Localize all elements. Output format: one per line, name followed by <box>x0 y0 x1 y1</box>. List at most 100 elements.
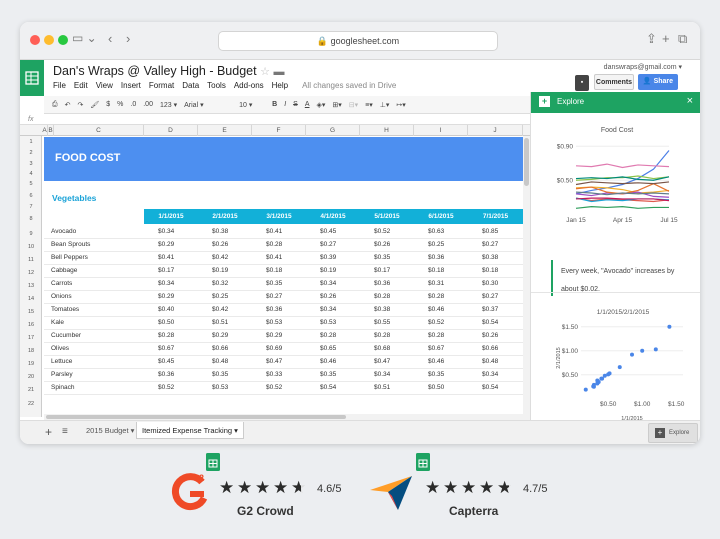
price-cell[interactable]: $0.35 <box>320 371 336 378</box>
price-cell[interactable]: $0.31 <box>428 280 444 287</box>
price-cell[interactable]: $0.32 <box>212 280 228 287</box>
price-cell[interactable]: $0.45 <box>158 358 174 365</box>
price-cell[interactable]: $0.55 <box>374 319 390 326</box>
price-cell[interactable]: $0.51 <box>212 319 228 326</box>
price-cell[interactable]: $0.66 <box>212 345 228 352</box>
price-cell[interactable]: $0.36 <box>374 280 390 287</box>
document-title-text[interactable]: Dan's Wraps @ Valley High - Budget <box>53 64 257 78</box>
price-cell[interactable]: $0.34 <box>320 306 336 313</box>
row-header[interactable]: 11 <box>20 257 42 263</box>
price-cell[interactable]: $0.46 <box>428 358 444 365</box>
price-cell[interactable]: $0.46 <box>428 306 444 313</box>
food-cost-banner[interactable]: FOOD COST <box>44 137 523 181</box>
row-header[interactable]: 3 <box>20 161 42 167</box>
price-cell[interactable]: $0.50 <box>428 384 444 391</box>
item-name[interactable]: Bell Peppers <box>51 254 88 261</box>
price-cell[interactable]: $0.38 <box>482 254 498 261</box>
merge-cells-icon[interactable]: ⊟▾ <box>349 101 358 109</box>
price-cell[interactable]: $0.52 <box>266 384 282 391</box>
column-header-d[interactable]: D <box>144 125 198 136</box>
chat-button[interactable]: ▪ <box>575 75 589 91</box>
currency-button[interactable]: $ <box>106 101 110 108</box>
menu-help[interactable]: Help <box>272 81 288 90</box>
row-header[interactable]: 8 <box>20 216 42 222</box>
sidebar-toggle-icon[interactable]: ▭ ⌄ <box>72 31 97 45</box>
minimize-window-button[interactable] <box>44 35 54 45</box>
align-icon[interactable]: ≡▾ <box>365 101 373 109</box>
row-header[interactable]: 19 <box>20 361 42 367</box>
insight-card[interactable]: Every week, "Avocado" increases by about… <box>551 260 691 296</box>
row-header[interactable]: 15 <box>20 309 42 315</box>
row-header[interactable]: 20 <box>20 374 42 380</box>
price-cell[interactable]: $0.26 <box>320 293 336 300</box>
menu-tools[interactable]: Tools <box>207 81 226 90</box>
row-header[interactable]: 18 <box>20 348 42 354</box>
price-cell[interactable]: $0.29 <box>212 332 228 339</box>
column-header-i[interactable]: I <box>414 125 468 136</box>
text-color-button[interactable]: A <box>305 101 310 108</box>
vertical-scrollbar[interactable] <box>523 136 530 417</box>
price-cell[interactable]: $0.52 <box>158 384 174 391</box>
formula-bar[interactable]: fx <box>20 114 530 125</box>
price-cell[interactable]: $0.29 <box>158 241 174 248</box>
sheets-logo-icon[interactable] <box>20 60 44 96</box>
price-cell[interactable]: $0.35 <box>374 254 390 261</box>
row-header[interactable]: 4 <box>20 171 42 177</box>
paint-format-icon[interactable]: 🖌 <box>90 101 99 109</box>
percent-button[interactable]: % <box>117 101 123 108</box>
price-cell[interactable]: $0.65 <box>320 345 336 352</box>
add-sheet-icon[interactable]: + <box>45 425 52 439</box>
price-cell[interactable]: $0.42 <box>212 306 228 313</box>
row-header[interactable]: 12 <box>20 270 42 276</box>
share-button[interactable]: 👤 Share <box>638 74 678 90</box>
price-cell[interactable]: $0.47 <box>266 358 282 365</box>
price-cell[interactable]: $0.27 <box>320 241 336 248</box>
price-cell[interactable]: $0.17 <box>158 267 174 274</box>
wrap-icon[interactable]: ↦▾ <box>396 101 405 109</box>
price-cell[interactable]: $0.85 <box>482 228 498 235</box>
price-cell[interactable]: $0.53 <box>320 319 336 326</box>
price-cell[interactable]: $0.27 <box>482 241 498 248</box>
price-cell[interactable]: $0.28 <box>374 332 390 339</box>
price-cell[interactable]: $0.67 <box>158 345 174 352</box>
menu-insert[interactable]: Insert <box>121 81 141 90</box>
item-name[interactable]: Olives <box>51 345 69 352</box>
price-cell[interactable]: $0.35 <box>266 280 282 287</box>
column-header-g[interactable]: G <box>306 125 360 136</box>
menu-view[interactable]: View <box>96 81 113 90</box>
price-cell[interactable]: $0.19 <box>320 267 336 274</box>
price-cell[interactable]: $0.35 <box>212 371 228 378</box>
price-cell[interactable]: $0.67 <box>428 345 444 352</box>
spreadsheet-grid[interactable]: A B C D E F G H I J 1 2 3 4 5 6 7 8 9 10… <box>20 125 530 417</box>
price-cell[interactable]: $0.41 <box>266 228 282 235</box>
price-cell[interactable]: $0.34 <box>482 371 498 378</box>
print-icon[interactable]: ⎙ <box>52 101 58 109</box>
price-cell[interactable]: $0.52 <box>428 319 444 326</box>
price-cell[interactable]: $0.27 <box>266 293 282 300</box>
price-cell[interactable]: $0.38 <box>212 228 228 235</box>
price-cell[interactable]: $0.52 <box>374 228 390 235</box>
menu-data[interactable]: Data <box>182 81 199 90</box>
increase-decimal-button[interactable]: .00 <box>143 101 153 108</box>
date-header[interactable]: 1/1/2015 <box>144 209 198 224</box>
price-cell[interactable]: $0.34 <box>374 371 390 378</box>
price-cell[interactable]: $0.66 <box>482 345 498 352</box>
row-header[interactable]: 6 <box>20 193 42 199</box>
row-header[interactable]: 14 <box>20 296 42 302</box>
price-cell[interactable]: $0.54 <box>320 384 336 391</box>
price-cell[interactable]: $0.28 <box>266 241 282 248</box>
row-header[interactable]: 9 <box>20 231 42 237</box>
price-cell[interactable]: $0.68 <box>374 345 390 352</box>
italic-button[interactable]: I <box>284 101 286 108</box>
price-cell[interactable]: $0.48 <box>212 358 228 365</box>
price-cell[interactable]: $0.28 <box>428 293 444 300</box>
price-cell[interactable]: $0.54 <box>482 384 498 391</box>
row-header[interactable]: 7 <box>20 204 42 210</box>
price-cell[interactable]: $0.30 <box>482 280 498 287</box>
price-cell[interactable]: $0.18 <box>266 267 282 274</box>
item-name[interactable]: Onions <box>51 293 72 300</box>
price-cell[interactable]: $0.42 <box>212 254 228 261</box>
price-cell[interactable]: $0.41 <box>158 254 174 261</box>
price-cell[interactable]: $0.54 <box>482 319 498 326</box>
price-cell[interactable]: $0.69 <box>266 345 282 352</box>
